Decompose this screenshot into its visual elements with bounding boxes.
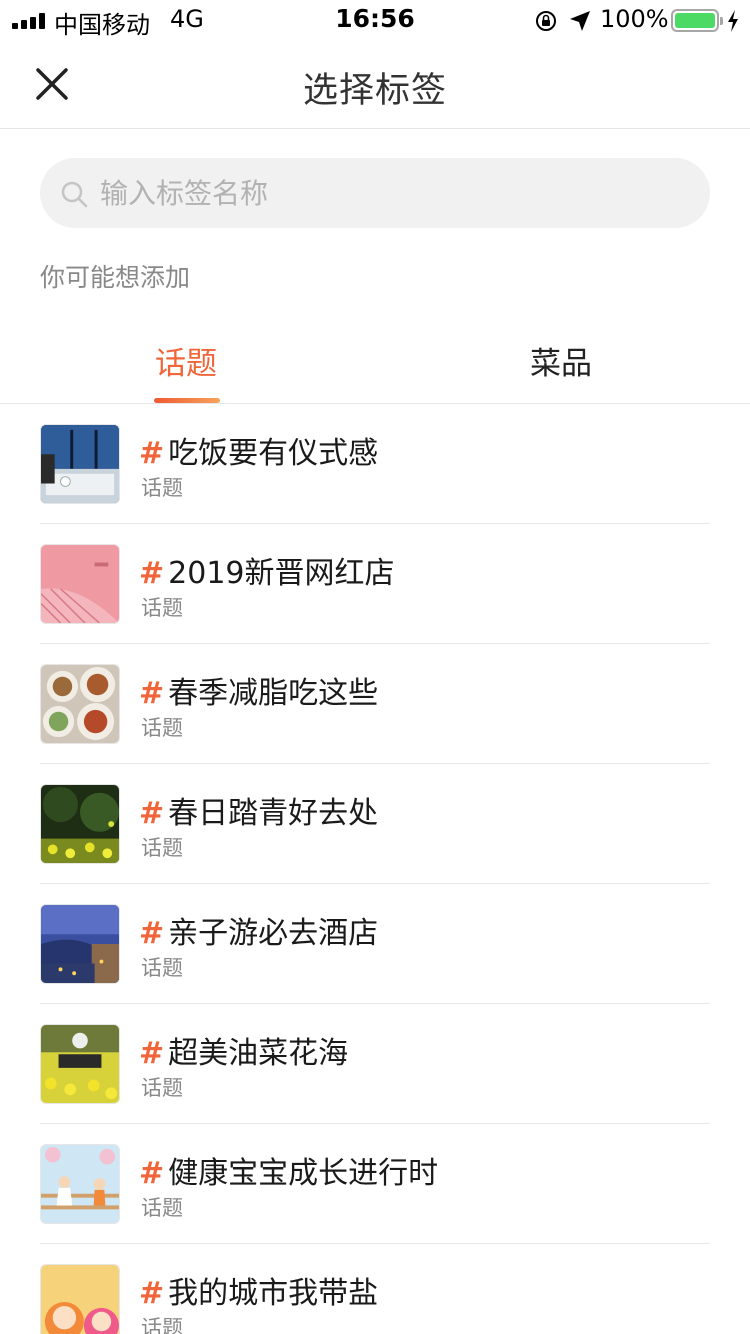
- navigation-bar: 选择标签: [0, 40, 750, 129]
- location-arrow-icon: [570, 11, 590, 31]
- topic-type: 话题: [141, 1316, 183, 1334]
- topic-thumbnail: [40, 664, 120, 744]
- list-item[interactable]: # 健康宝宝成长进行时 话题: [0, 1124, 750, 1244]
- page-title: 选择标签: [302, 71, 447, 111]
- tab-topics[interactable]: 话题: [155, 338, 217, 383]
- battery-icon: [671, 9, 723, 32]
- list-item[interactable]: # 吃饭要有仪式感 话题: [0, 404, 750, 524]
- search-bar[interactable]: [40, 158, 710, 228]
- topic-type: 话题: [141, 956, 183, 980]
- hash-icon: #: [139, 1276, 165, 1311]
- charging-bolt-icon: [728, 10, 738, 32]
- topic-type: 话题: [141, 836, 183, 860]
- topic-title: # 健康宝宝成长进行时: [139, 1156, 439, 1191]
- topic-type: 话题: [141, 716, 183, 740]
- topic-title: # 吃饭要有仪式感: [139, 436, 379, 471]
- status-bar: 中国移动 4G 16:56 100%: [0, 0, 750, 40]
- hash-icon: #: [139, 556, 165, 591]
- search-input[interactable]: [100, 158, 690, 228]
- topic-thumbnail: [40, 424, 120, 504]
- hash-icon: #: [139, 1036, 165, 1071]
- topic-title: # 超美油菜花海: [139, 1036, 349, 1071]
- topic-thumbnail: [40, 784, 120, 864]
- topic-thumbnail: [40, 1264, 120, 1334]
- topic-type: 话题: [141, 1076, 183, 1100]
- topic-title: # 亲子游必去酒店: [139, 916, 379, 951]
- hash-icon: #: [139, 436, 165, 471]
- topic-thumbnail: [40, 1024, 120, 1104]
- suggestion-heading: 你可能想添加: [40, 263, 191, 292]
- topic-thumbnail: [40, 544, 120, 624]
- battery-percentage: 100%: [600, 5, 669, 33]
- search-icon: [61, 181, 88, 208]
- tab-bar: 话题 菜品: [0, 318, 750, 404]
- active-tab-indicator: [154, 398, 220, 403]
- list-item[interactable]: #2019新晋网红店 话题: [0, 524, 750, 644]
- list-item[interactable]: # 春日踏青好去处 话题: [0, 764, 750, 884]
- topic-type: 话题: [141, 596, 183, 620]
- hash-icon: #: [139, 676, 165, 711]
- list-item[interactable]: # 我的城市我带盐 话题: [0, 1244, 750, 1334]
- list-item[interactable]: # 超美油菜花海 话题: [0, 1004, 750, 1124]
- topic-thumbnail: [40, 1144, 120, 1224]
- list-item[interactable]: # 春季减脂吃这些 话题: [0, 644, 750, 764]
- tab-dishes[interactable]: 菜品: [530, 338, 592, 383]
- topic-thumbnail: [40, 904, 120, 984]
- list-item[interactable]: # 亲子游必去酒店 话题: [0, 884, 750, 1004]
- topic-type: 话题: [141, 1196, 183, 1220]
- topic-title: # 春日踏青好去处: [139, 796, 379, 831]
- topic-title: # 春季减脂吃这些: [139, 676, 379, 711]
- tag-list: # 吃饭要有仪式感 话题 #2019新晋网红店 话题 # 春季减脂吃这些 话题 …: [0, 404, 750, 1334]
- hash-icon: #: [139, 916, 165, 951]
- hash-icon: #: [139, 1156, 165, 1191]
- topic-title: # 我的城市我带盐: [139, 1276, 379, 1311]
- orientation-lock-icon: [536, 11, 556, 31]
- hash-icon: #: [139, 796, 165, 831]
- topic-title: #2019新晋网红店: [139, 556, 395, 591]
- topic-type: 话题: [141, 476, 183, 500]
